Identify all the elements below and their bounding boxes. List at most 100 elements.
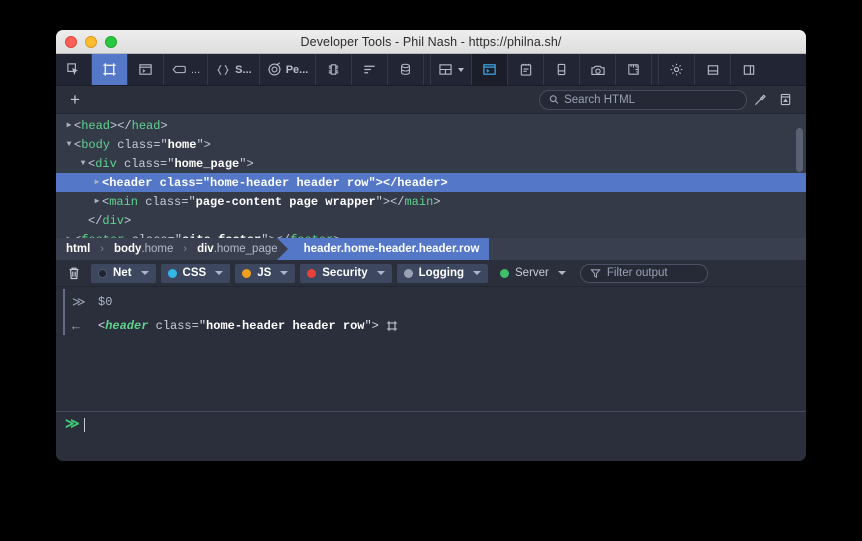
chevron-down-icon[interactable] [458,67,465,72]
window-title: Developer Tools - Phil Nash - https://ph… [300,34,562,49]
zoom-window-button[interactable] [105,35,117,48]
devtools-toolbar: ... S... Pe... [56,54,806,86]
breadcrumb-item-div[interactable]: div .home_page [187,238,288,260]
dom-tree-row[interactable]: <div class="home_page"> [56,154,806,173]
measure-icon[interactable] [616,54,653,85]
inspect-node-icon[interactable] [386,320,398,332]
chevron-down-icon[interactable] [376,271,385,275]
dom-node-markup: <body class="home"> [74,137,211,152]
storage-icon[interactable] [388,54,425,85]
style-editor-icon[interactable]: S... [208,54,260,85]
inspector-icon[interactable] [92,54,128,85]
dom-tree-panel[interactable]: <head></head> <body class="home"> <div cla… [56,114,806,238]
filter-pill-label: Security [322,267,368,279]
dom-tree-row[interactable]: <body class="home"> [56,135,806,154]
console-rows: ≫ $0 ← <header class="home-header header ro… [56,290,806,338]
dom-tree-rows: <head></head> <body class="home"> <div cla… [56,116,806,238]
dom-node-markup: <header class="home-header header row"><… [102,175,448,190]
filter-pill-net[interactable]: Net [91,263,156,283]
eyedropper-icon[interactable] [747,93,773,107]
dom-tree-row[interactable]: <header class="home-header header row"><… [56,173,806,192]
chevron-right-icon[interactable] [92,198,102,206]
trash-icon[interactable] [62,266,86,281]
dock-side-icon[interactable] [731,54,767,85]
chevron-down-icon[interactable] [140,271,149,275]
notes-icon[interactable] [508,54,545,85]
chevron-down-icon[interactable] [64,141,74,149]
toolbar-divider-2 [652,54,660,85]
dom-tree-scrollbar[interactable] [796,128,803,172]
console-row-text: <header class="home-header header row"> [98,319,379,333]
filter-pill-logging[interactable]: Logging [396,263,488,283]
breadcrumb-item-html[interactable]: html [56,238,100,260]
window-titlebar: Developer Tools - Phil Nash - https://ph… [56,30,806,54]
style-editor-label: S... [235,63,252,76]
screenshot-icon[interactable] [580,54,617,85]
close-window-button[interactable] [65,35,77,48]
chevron-right-icon[interactable] [64,236,74,239]
filter-pill-group: Net CSS JS Security Logging Server [91,263,573,283]
chevron-right-icon[interactable] [64,122,74,130]
debugger-icon[interactable]: ... [164,54,209,85]
dom-tree-row[interactable]: <head></head> [56,116,806,135]
filter-pill-server[interactable]: Server [493,264,573,283]
filter-pill-js[interactable]: JS [235,263,296,283]
debugger-label: ... [191,63,201,76]
dom-node-markup: <main class="page-content page wrapper">… [102,194,441,209]
dom-node-markup: <div class="home_page"> [88,156,254,171]
search-html-box[interactable] [539,89,747,110]
chevron-down-icon[interactable] [280,271,289,275]
console-panel-icon[interactable] [128,54,164,85]
inspector-subbar: + [56,86,806,114]
console-output-panel[interactable]: ≫ $0 ← <header class="home-header header ro… [56,287,806,437]
dock-bottom-icon[interactable] [695,54,732,85]
responsive-mode-icon[interactable] [544,54,581,85]
chevron-down-icon[interactable] [78,160,88,168]
status-dot [242,268,252,278]
traffic-light-group [56,35,117,48]
chevron-down-icon[interactable] [473,271,481,275]
status-dot [500,268,509,278]
chevron-down-icon[interactable] [557,271,566,275]
toggle-console-icon[interactable] [472,54,509,85]
layout-split-icon[interactable] [431,54,473,85]
status-dot [403,268,413,278]
dom-tree-row[interactable]: <footer class="site-footer"></footer> [56,230,806,239]
filter-pill-security[interactable]: Security [300,263,392,283]
dom-node-markup: <head></head> [74,118,168,133]
archive-icon[interactable] [773,92,798,107]
filter-output-box[interactable]: Filter output [579,263,708,283]
console-result-row: ← <header class="home-header header row"> [56,314,806,338]
memory-icon[interactable] [316,54,353,85]
minimize-window-button[interactable] [85,35,97,48]
chevron-right-icon[interactable] [92,179,102,187]
network-icon[interactable] [352,54,389,85]
breadcrumb-item-header[interactable]: header.home-header.header.row [276,238,490,260]
filter-pill-label: Logging [418,267,464,279]
toolbar-divider-1 [424,54,432,85]
console-input-row: ≫ $0 [56,290,806,314]
filter-pill-css[interactable]: CSS [160,263,231,283]
performance-label: Pe... [285,63,309,76]
console-result-arrow-icon: ← [72,318,80,334]
devtools-window: Developer Tools - Phil Nash - https://ph… [56,30,806,461]
picker-icon[interactable] [56,54,92,85]
dom-tree-row[interactable]: </div> [56,211,806,230]
search-input[interactable] [564,93,737,106]
console-prompt-icon: ≫ [65,417,80,433]
console-input-bar[interactable]: ≫ [56,411,806,437]
performance-icon[interactable]: Pe... [260,54,317,85]
chevron-down-icon[interactable] [215,271,224,275]
funnel-icon [590,268,601,278]
breadcrumb-item-body[interactable]: body .home [104,238,183,260]
filter-pill-label: CSS [182,267,207,279]
filter-pill-label: Net [113,267,132,279]
filter-output-placeholder: Filter output [606,267,668,279]
dom-node-markup: </div> [88,213,132,228]
add-node-button[interactable]: + [64,91,86,108]
breadcrumb: html › body .home › div .home_page header.home-… [56,238,806,260]
dom-tree-row[interactable]: <main class="page-content page wrapper">… [56,192,806,211]
text-caret [83,417,85,432]
filter-pill-label: JS [257,267,272,279]
settings-gear-icon[interactable] [659,54,696,85]
